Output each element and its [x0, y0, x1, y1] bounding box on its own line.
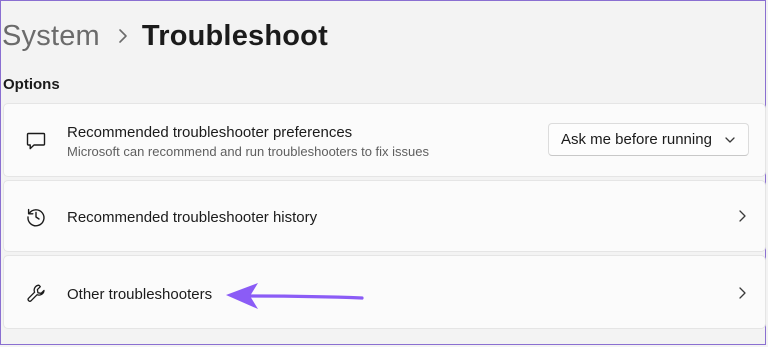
setting-text: Recommended troubleshooter history — [67, 208, 317, 227]
wrench-icon — [24, 281, 48, 305]
setting-title: Recommended troubleshooter preferences — [67, 124, 353, 141]
dropdown-selected-value: Ask me before running — [561, 131, 712, 148]
breadcrumb-parent-system[interactable]: System — [2, 20, 100, 53]
chevron-down-icon — [724, 133, 736, 145]
section-label-options: Options — [3, 76, 60, 93]
chevron-right-icon — [736, 208, 748, 224]
setting-card-other-troubleshooters[interactable]: Other troubleshooters — [3, 255, 766, 329]
setting-subtitle: Microsoft can recommend and run troubles… — [67, 144, 430, 159]
setting-card-history[interactable]: Recommended troubleshooter history — [3, 180, 766, 252]
setting-title: Recommended troubleshooter history — [67, 209, 318, 226]
setting-text: Other troubleshooters — [67, 285, 212, 304]
history-icon — [24, 205, 48, 229]
setting-title: Other troubleshooters — [67, 286, 213, 303]
annotation-arrow-icon — [226, 283, 364, 309]
breadcrumb: System Troubleshoot — [2, 14, 328, 58]
preferences-dropdown[interactable]: Ask me before running — [548, 123, 749, 156]
page-title: Troubleshoot — [141, 19, 328, 52]
setting-card-preferences: Recommended troubleshooter preferences M… — [3, 103, 766, 177]
setting-text: Recommended troubleshooter preferences M… — [67, 123, 429, 160]
chevron-right-icon — [736, 285, 748, 301]
chat-bubble-icon — [24, 129, 48, 153]
breadcrumb-separator-icon — [118, 28, 128, 44]
